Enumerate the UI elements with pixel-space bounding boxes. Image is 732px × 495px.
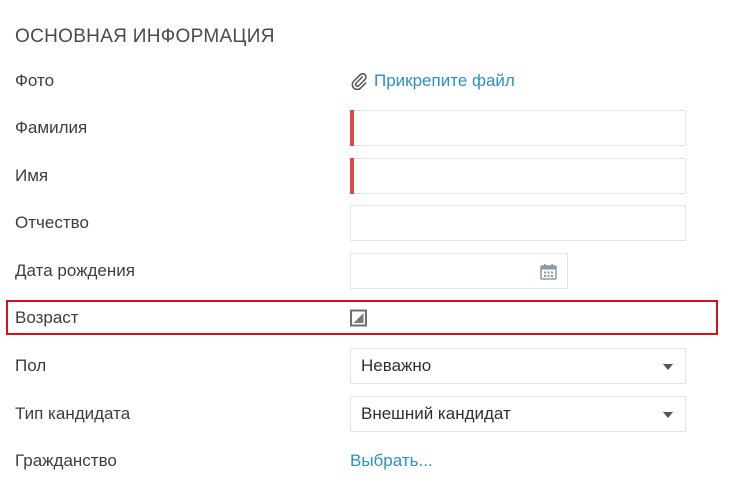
- middle-name-input[interactable]: [350, 205, 686, 241]
- middle-name-label: Отчество: [15, 213, 89, 232]
- gender-row: Пол Неважно: [0, 346, 732, 386]
- attach-file-link[interactable]: Прикрепите файл: [350, 71, 515, 91]
- age-label: Возраст: [15, 308, 79, 327]
- last-name-label: Фамилия: [15, 118, 88, 137]
- calendar-icon[interactable]: [540, 263, 557, 280]
- age-row: Возраст: [0, 298, 732, 338]
- candidate-type-row: Тип кандидата Внешний кандидат: [0, 394, 732, 434]
- candidate-type-selected-value: Внешний кандидат: [361, 404, 511, 423]
- first-name-row: Имя: [0, 156, 732, 196]
- candidate-type-select[interactable]: Внешний кандидат: [350, 396, 686, 432]
- gender-select[interactable]: Неважно: [350, 348, 686, 384]
- indeterminate-checkbox-icon[interactable]: [350, 309, 367, 327]
- last-name-row: Фамилия: [0, 108, 732, 148]
- birth-date-row: Дата рождения: [0, 251, 732, 291]
- candidate-type-label: Тип кандидата: [15, 404, 131, 423]
- section-title: ОСНОВНАЯ ИНФОРМАЦИЯ: [15, 26, 275, 47]
- photo-label: Фото: [15, 71, 55, 90]
- gender-selected-value: Неважно: [361, 356, 432, 375]
- first-name-label: Имя: [15, 166, 49, 185]
- first-name-input[interactable]: [350, 158, 686, 194]
- birth-date-label: Дата рождения: [15, 261, 135, 280]
- citizenship-row: Гражданство Выбрать...: [0, 441, 732, 481]
- birth-date-input[interactable]: [350, 253, 568, 289]
- chevron-down-icon[interactable]: [663, 364, 673, 370]
- citizenship-select-link[interactable]: Выбрать...: [350, 451, 433, 471]
- middle-name-row: Отчество: [0, 203, 732, 243]
- paperclip-icon: [351, 72, 367, 90]
- photo-row: Фото Прикрепите файл: [0, 61, 732, 101]
- chevron-down-icon[interactable]: [663, 412, 673, 418]
- gender-label: Пол: [15, 356, 47, 375]
- attach-file-label[interactable]: Прикрепите файл: [374, 71, 515, 91]
- citizenship-label: Гражданство: [15, 451, 117, 470]
- age-checkbox[interactable]: [350, 309, 367, 327]
- last-name-input[interactable]: [350, 110, 686, 146]
